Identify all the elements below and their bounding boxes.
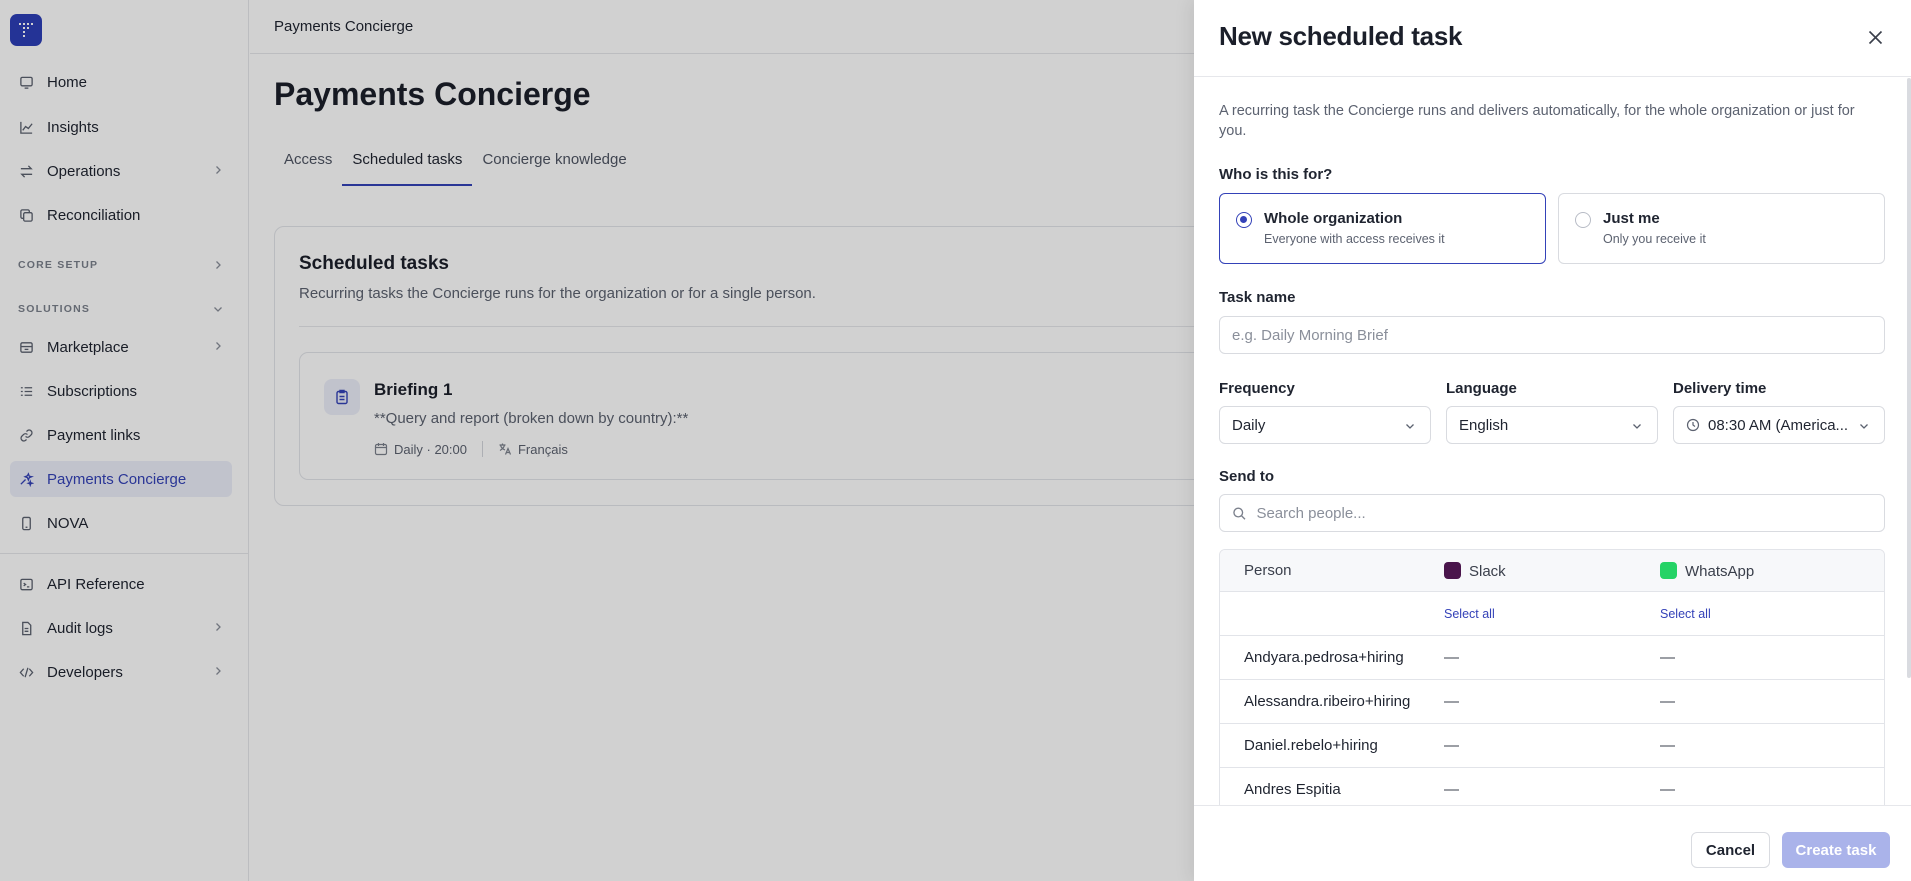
- option-whole-organization[interactable]: Whole organization Everyone with access …: [1219, 193, 1546, 264]
- frequency-value: Daily: [1232, 416, 1266, 434]
- table-row: Daniel.rebelo+hiring — —: [1220, 723, 1884, 767]
- option-subtitle: Everyone with access receives it: [1264, 232, 1445, 246]
- table-row: Andres Espitia — —: [1220, 767, 1884, 805]
- who-label: Who is this for?: [1219, 166, 1333, 183]
- new-task-drawer: New scheduled task A recurring task the …: [1194, 0, 1911, 881]
- create-task-button[interactable]: Create task: [1782, 832, 1890, 868]
- table-row: Alessandra.ribeiro+hiring — —: [1220, 679, 1884, 723]
- send-to-label: Send to: [1219, 468, 1274, 485]
- cancel-button[interactable]: Cancel: [1691, 832, 1770, 868]
- task-name-label: Task name: [1219, 289, 1296, 306]
- people-search-field[interactable]: [1219, 494, 1885, 532]
- option-subtitle: Only you receive it: [1603, 232, 1706, 246]
- language-label: Language: [1446, 380, 1517, 397]
- frequency-label: Frequency: [1219, 380, 1295, 397]
- drawer-title: New scheduled task: [1219, 21, 1463, 51]
- radio-selected[interactable]: [1236, 212, 1252, 228]
- drawer-description: A recurring task the Concierge runs and …: [1219, 103, 1855, 139]
- whatsapp-icon: [1660, 561, 1677, 579]
- search-icon: [1233, 507, 1246, 520]
- delivery-time-value: 08:30 AM (America...: [1708, 416, 1849, 434]
- select-all-slack-button[interactable]: Select all: [1444, 607, 1495, 621]
- slack-cell[interactable]: —: [1444, 693, 1459, 710]
- whatsapp-cell[interactable]: —: [1660, 781, 1675, 798]
- frequency-select[interactable]: Daily: [1219, 406, 1431, 444]
- drawer-footer: Cancel Create task: [1194, 805, 1911, 881]
- language-select[interactable]: English: [1446, 406, 1658, 444]
- clock-icon: [1686, 418, 1700, 432]
- person-name: Andres Espitia: [1244, 781, 1341, 798]
- delivery-time-label: Delivery time: [1673, 380, 1767, 397]
- chevron-down-icon: [1860, 424, 1868, 429]
- column-header-whatsapp: WhatsApp: [1660, 561, 1755, 580]
- slack-cell[interactable]: —: [1444, 649, 1459, 666]
- chevron-down-icon: [1633, 424, 1641, 429]
- radio-unselected[interactable]: [1575, 212, 1591, 228]
- option-title: Whole organization: [1264, 210, 1403, 227]
- slack-cell[interactable]: —: [1444, 737, 1459, 754]
- select-all-whatsapp-button[interactable]: Select all: [1660, 607, 1711, 621]
- option-title: Just me: [1603, 210, 1660, 227]
- slack-label: Slack: [1469, 562, 1506, 580]
- task-name-field[interactable]: [1219, 316, 1885, 354]
- recipients-table: Person Slack WhatsApp Select all Select …: [1219, 549, 1885, 805]
- whatsapp-cell[interactable]: —: [1660, 649, 1675, 666]
- whatsapp-cell[interactable]: —: [1660, 737, 1675, 754]
- slack-cell[interactable]: —: [1444, 781, 1459, 798]
- select-all-row: Select all Select all: [1220, 591, 1884, 635]
- close-button[interactable]: [1864, 26, 1886, 48]
- person-name: Daniel.rebelo+hiring: [1244, 737, 1378, 754]
- task-name-input[interactable]: [1232, 326, 1884, 344]
- delivery-time-select[interactable]: 08:30 AM (America...: [1673, 406, 1885, 444]
- whatsapp-label: WhatsApp: [1685, 562, 1755, 580]
- slack-icon: [1444, 561, 1461, 579]
- close-icon: [1868, 30, 1882, 44]
- column-header-person: Person: [1244, 562, 1292, 579]
- drawer-body: A recurring task the Concierge runs and …: [1194, 78, 1911, 805]
- language-value: English: [1459, 416, 1509, 434]
- whatsapp-cell[interactable]: —: [1660, 693, 1675, 710]
- scrollbar[interactable]: [1907, 78, 1911, 678]
- person-name: Alessandra.ribeiro+hiring: [1244, 693, 1411, 710]
- table-row: Andyara.pedrosa+hiring — —: [1220, 635, 1884, 679]
- option-just-me[interactable]: Just me Only you receive it: [1558, 193, 1885, 264]
- column-header-slack: Slack: [1444, 561, 1506, 580]
- drawer-header: New scheduled task: [1194, 0, 1911, 77]
- table-header: Person Slack WhatsApp: [1220, 550, 1884, 591]
- people-search-input[interactable]: [1256, 504, 1884, 522]
- chevron-down-icon: [1406, 424, 1414, 429]
- person-name: Andyara.pedrosa+hiring: [1244, 649, 1404, 666]
